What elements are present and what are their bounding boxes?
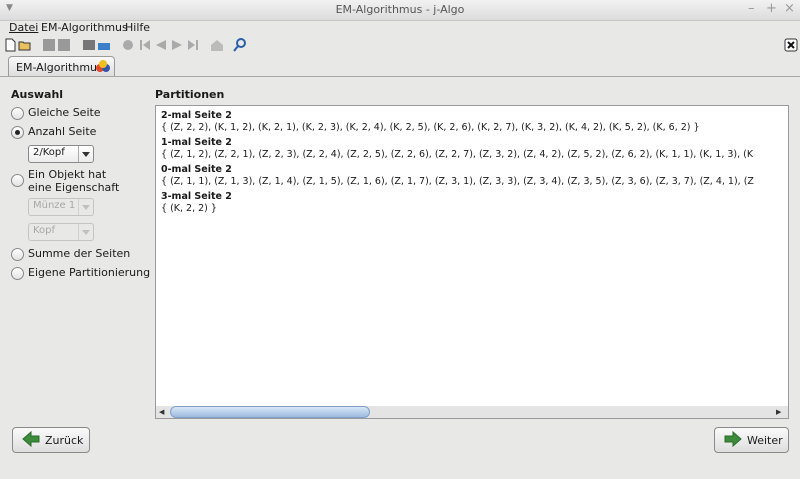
- record-icon[interactable]: [121, 38, 135, 52]
- radio-summe[interactable]: [11, 248, 24, 261]
- back-label: Zurück: [45, 434, 84, 447]
- partition-group: 2-mal Seite 2 { (Z, 2, 2), (K, 1, 2), (K…: [161, 110, 700, 133]
- radio-ein-objekt[interactable]: [11, 174, 24, 187]
- label-gleiche-seite: Gleiche Seite: [28, 106, 101, 119]
- title-bar: ▼ EM-Algorithmus - j-Algo – + ×: [0, 0, 800, 21]
- radio-anzahl-seite[interactable]: [11, 126, 24, 139]
- tab-separator: [0, 76, 800, 77]
- close-tab-icon[interactable]: [784, 38, 798, 52]
- kopf-combo[interactable]: Kopf: [28, 223, 94, 241]
- scroll-thumb[interactable]: [170, 406, 370, 418]
- next-label: Weiter: [747, 434, 783, 447]
- label-summe: Summe der Seiten: [28, 247, 131, 260]
- partition-group: 1-mal Seite 2 { (Z, 1, 2), (Z, 2, 1), (Z…: [161, 137, 753, 160]
- label-ein-objekt: Ein Objekt hat eine Eigenschaft: [28, 168, 119, 194]
- partition-title: 0-mal Seite 2: [161, 164, 232, 175]
- step-forward-icon[interactable]: [170, 38, 184, 52]
- save-as-icon[interactable]: [57, 38, 71, 52]
- partition-title: 2-mal Seite 2: [161, 110, 232, 121]
- partition-set: { (Z, 1, 2), (Z, 2, 1), (Z, 2, 3), (Z, 2…: [161, 149, 754, 160]
- minimize-icon[interactable]: –: [748, 1, 755, 16]
- partition-group: 3-mal Seite 2 { (K, 2, 2) }: [161, 191, 232, 214]
- label-eigene: Eigene Partitionierung: [28, 266, 151, 279]
- save-icon[interactable]: [42, 38, 56, 52]
- back-button[interactable]: Zurück: [12, 427, 90, 453]
- partition-title: 1-mal Seite 2: [161, 137, 232, 148]
- radio-eigene[interactable]: [11, 267, 24, 280]
- open-folder-icon[interactable]: [18, 38, 32, 52]
- menu-bar: Datei EM-Algorithmus Hilfe: [0, 20, 800, 36]
- new-file-icon[interactable]: [3, 38, 17, 52]
- toolbar: [0, 37, 800, 53]
- horizontal-scrollbar[interactable]: ◀ ▶: [155, 406, 789, 419]
- arrow-right-icon: [724, 431, 742, 447]
- tab-em-algorithmus[interactable]: EM-Algorithmus: [8, 56, 115, 77]
- muenze-combo-value: Münze 1: [33, 200, 76, 211]
- label-ein-objekt-line2: eine Eigenschaft: [28, 181, 120, 194]
- last-step-icon[interactable]: [186, 38, 200, 52]
- algorithm-logo-icon: [96, 60, 110, 72]
- arrow-left-icon: [22, 431, 40, 447]
- partition-set: { (K, 2, 2) }: [161, 203, 217, 214]
- scroll-left-icon[interactable]: ◀: [159, 408, 164, 416]
- export-icon[interactable]: [97, 38, 111, 52]
- partition-set: { (Z, 2, 2), (K, 1, 2), (K, 2, 1), (K, 2…: [161, 122, 700, 133]
- label-anzahl-seite: Anzahl Seite: [28, 125, 97, 138]
- chevron-down-icon[interactable]: [78, 146, 93, 162]
- kopf-combo-value: Kopf: [33, 225, 56, 236]
- step-back-icon[interactable]: [154, 38, 168, 52]
- chevron-down-icon[interactable]: [78, 199, 93, 215]
- anzahl-combo[interactable]: 2/Kopf: [28, 145, 94, 163]
- partition-set: { (Z, 1, 1), (Z, 1, 3), (Z, 1, 4), (Z, 1…: [161, 176, 754, 187]
- home-icon[interactable]: [210, 38, 224, 52]
- first-step-icon[interactable]: [138, 38, 152, 52]
- auswahl-heading: Auswahl: [11, 88, 64, 101]
- radio-gleiche-seite[interactable]: [11, 107, 24, 120]
- menu-hilfe[interactable]: Hilfe: [125, 21, 150, 34]
- menu-em-algorithmus[interactable]: EM-Algorithmus: [41, 21, 128, 34]
- next-button[interactable]: Weiter: [714, 427, 789, 453]
- close-window-icon[interactable]: ×: [784, 1, 795, 16]
- partition-title: 3-mal Seite 2: [161, 191, 232, 202]
- anzahl-combo-value: 2/Kopf: [33, 147, 65, 158]
- maximize-icon[interactable]: +: [766, 1, 777, 16]
- partitionen-heading: Partitionen: [155, 88, 225, 101]
- menu-datei[interactable]: Datei: [9, 21, 38, 34]
- tab-label: EM-Algorithmus: [16, 61, 103, 74]
- muenze-combo[interactable]: Münze 1: [28, 198, 94, 216]
- window-title: EM-Algorithmus - j-Algo: [335, 3, 465, 16]
- chevron-down-icon[interactable]: [78, 224, 93, 240]
- partitionen-list[interactable]: 2-mal Seite 2 { (Z, 2, 2), (K, 1, 2), (K…: [155, 105, 789, 408]
- partition-group: 0-mal Seite 2 { (Z, 1, 1), (Z, 1, 3), (Z…: [161, 164, 754, 187]
- print-icon[interactable]: [82, 38, 96, 52]
- label-ein-objekt-line1: Ein Objekt hat: [28, 168, 107, 181]
- search-icon[interactable]: [233, 38, 247, 52]
- scroll-right-icon[interactable]: ▶: [776, 408, 781, 416]
